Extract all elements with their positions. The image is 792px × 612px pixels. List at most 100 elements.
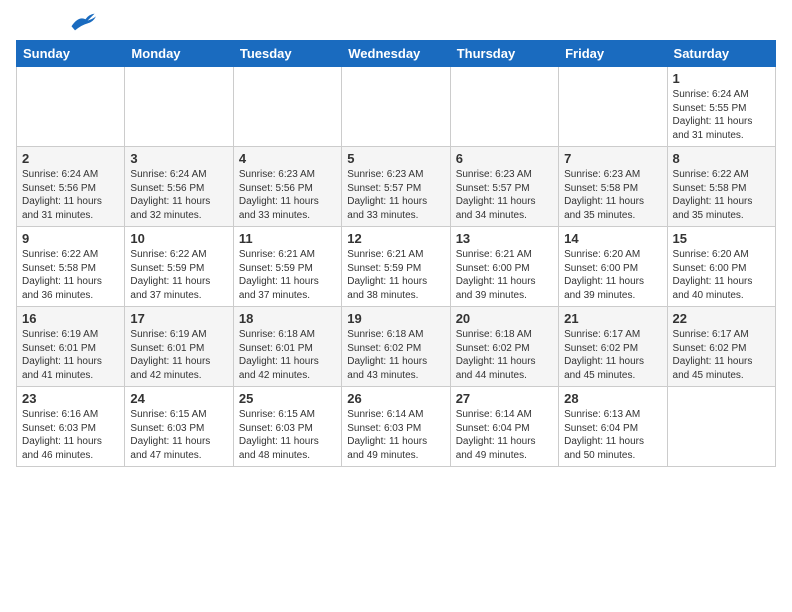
day-info: Sunrise: 6:18 AM Sunset: 6:01 PM Dayligh… (239, 328, 336, 382)
day-number: 2 (22, 151, 119, 166)
calendar-cell: 19 Sunrise: 6:18 AM Sunset: 6:02 PM Dayli… (342, 307, 450, 387)
day-number: 11 (239, 231, 336, 246)
calendar-cell: 2 Sunrise: 6:24 AM Sunset: 5:56 PM Daylig… (17, 147, 125, 227)
calendar-cell: 22 Sunrise: 6:17 AM Sunset: 6:02 PM Dayli… (667, 307, 775, 387)
calendar-cell: 24 Sunrise: 6:15 AM Sunset: 6:03 PM Dayli… (125, 387, 233, 467)
calendar-cell: 7Sunrise: 6:23 AM Sunset: 5:58 PM Daylig… (559, 147, 667, 227)
day-info: Sunrise: 6:15 AM Sunset: 6:03 PM Dayligh… (239, 408, 336, 462)
calendar-header-row: SundayMondayTuesdayWednesdayThursdayFrid… (17, 41, 776, 67)
calendar-cell: 21 Sunrise: 6:17 AM Sunset: 6:02 PM Dayli… (559, 307, 667, 387)
day-info: Sunrise: 6:24 AM Sunset: 5:55 PM Dayligh… (673, 88, 770, 142)
calendar-cell: 6 Sunrise: 6:23 AM Sunset: 5:57 PM Daylig… (450, 147, 558, 227)
day-info: Sunrise: 6:20 AM Sunset: 6:00 PM Dayligh… (673, 248, 770, 302)
day-number: 22 (673, 311, 770, 326)
day-number: 20 (456, 311, 553, 326)
weekday-header-saturday: Saturday (667, 41, 775, 67)
day-info: Sunrise: 6:13 AM Sunset: 6:04 PM Dayligh… (564, 408, 661, 462)
day-info: Sunrise: 6:21 AM Sunset: 6:00 PM Dayligh… (456, 248, 553, 302)
calendar-week-4: 16 Sunrise: 6:19 AM Sunset: 6:01 PM Dayli… (17, 307, 776, 387)
day-number: 3 (130, 151, 227, 166)
calendar-cell: 28 Sunrise: 6:13 AM Sunset: 6:04 PM Dayli… (559, 387, 667, 467)
weekday-header-thursday: Thursday (450, 41, 558, 67)
day-number: 7 (564, 151, 661, 166)
day-info: Sunrise: 6:17 AM Sunset: 6:02 PM Dayligh… (564, 328, 661, 382)
day-number: 6 (456, 151, 553, 166)
day-info: Sunrise: 6:19 AM Sunset: 6:01 PM Dayligh… (130, 328, 227, 382)
weekday-header-wednesday: Wednesday (342, 41, 450, 67)
day-info: Sunrise: 6:22 AM Sunset: 5:58 PM Dayligh… (22, 248, 119, 302)
day-info: Sunrise: 6:21 AM Sunset: 5:59 PM Dayligh… (239, 248, 336, 302)
day-info: Sunrise: 6:16 AM Sunset: 6:03 PM Dayligh… (22, 408, 119, 462)
day-number: 1 (673, 71, 770, 86)
calendar-cell: 20 Sunrise: 6:18 AM Sunset: 6:02 PM Dayli… (450, 307, 558, 387)
day-number: 21 (564, 311, 661, 326)
weekday-header-tuesday: Tuesday (233, 41, 341, 67)
day-info: Sunrise: 6:22 AM Sunset: 5:58 PM Dayligh… (673, 168, 770, 222)
calendar-cell: 14 Sunrise: 6:20 AM Sunset: 6:00 PM Dayli… (559, 227, 667, 307)
calendar-cell: 25 Sunrise: 6:15 AM Sunset: 6:03 PM Dayli… (233, 387, 341, 467)
calendar-cell: 9 Sunrise: 6:22 AM Sunset: 5:58 PM Daylig… (17, 227, 125, 307)
calendar-table: SundayMondayTuesdayWednesdayThursdayFrid… (16, 40, 776, 467)
calendar-cell (125, 67, 233, 147)
calendar-cell: 27Sunrise: 6:14 AM Sunset: 6:04 PM Dayli… (450, 387, 558, 467)
day-number: 18 (239, 311, 336, 326)
weekday-header-sunday: Sunday (17, 41, 125, 67)
day-number: 27 (456, 391, 553, 406)
day-number: 4 (239, 151, 336, 166)
weekday-header-monday: Monday (125, 41, 233, 67)
day-number: 12 (347, 231, 444, 246)
calendar-cell (559, 67, 667, 147)
calendar-week-1: 1 Sunrise: 6:24 AM Sunset: 5:55 PM Daylig… (17, 67, 776, 147)
calendar-cell (450, 67, 558, 147)
day-info: Sunrise: 6:14 AM Sunset: 6:03 PM Dayligh… (347, 408, 444, 462)
day-number: 24 (130, 391, 227, 406)
calendar-cell: 4 Sunrise: 6:23 AM Sunset: 5:56 PM Daylig… (233, 147, 341, 227)
calendar-cell: 12 Sunrise: 6:21 AM Sunset: 5:59 PM Dayli… (342, 227, 450, 307)
day-number: 16 (22, 311, 119, 326)
day-info: Sunrise: 6:17 AM Sunset: 6:02 PM Dayligh… (673, 328, 770, 382)
calendar-cell: 10 Sunrise: 6:22 AM Sunset: 5:59 PM Dayli… (125, 227, 233, 307)
day-number: 15 (673, 231, 770, 246)
day-number: 25 (239, 391, 336, 406)
day-number: 26 (347, 391, 444, 406)
logo-bird-icon (68, 12, 96, 32)
day-number: 14 (564, 231, 661, 246)
day-info: Sunrise: 6:18 AM Sunset: 6:02 PM Dayligh… (456, 328, 553, 382)
calendar-cell (233, 67, 341, 147)
calendar-cell (667, 387, 775, 467)
calendar-cell: 17 Sunrise: 6:19 AM Sunset: 6:01 PM Dayli… (125, 307, 233, 387)
day-info: Sunrise: 6:24 AM Sunset: 5:56 PM Dayligh… (22, 168, 119, 222)
calendar-cell: 13Sunrise: 6:21 AM Sunset: 6:00 PM Dayli… (450, 227, 558, 307)
calendar-cell: 16 Sunrise: 6:19 AM Sunset: 6:01 PM Dayli… (17, 307, 125, 387)
calendar-week-5: 23 Sunrise: 6:16 AM Sunset: 6:03 PM Dayli… (17, 387, 776, 467)
weekday-header-friday: Friday (559, 41, 667, 67)
calendar-cell: 5Sunrise: 6:23 AM Sunset: 5:57 PM Daylig… (342, 147, 450, 227)
day-info: Sunrise: 6:23 AM Sunset: 5:57 PM Dayligh… (456, 168, 553, 222)
day-info: Sunrise: 6:19 AM Sunset: 6:01 PM Dayligh… (22, 328, 119, 382)
day-info: Sunrise: 6:23 AM Sunset: 5:56 PM Dayligh… (239, 168, 336, 222)
day-number: 23 (22, 391, 119, 406)
logo (16, 16, 96, 32)
calendar-week-3: 9 Sunrise: 6:22 AM Sunset: 5:58 PM Daylig… (17, 227, 776, 307)
day-number: 17 (130, 311, 227, 326)
day-info: Sunrise: 6:22 AM Sunset: 5:59 PM Dayligh… (130, 248, 227, 302)
calendar-cell: 18 Sunrise: 6:18 AM Sunset: 6:01 PM Dayli… (233, 307, 341, 387)
day-number: 9 (22, 231, 119, 246)
calendar-cell: 11 Sunrise: 6:21 AM Sunset: 5:59 PM Dayli… (233, 227, 341, 307)
calendar-cell: 8 Sunrise: 6:22 AM Sunset: 5:58 PM Daylig… (667, 147, 775, 227)
day-number: 8 (673, 151, 770, 166)
day-number: 19 (347, 311, 444, 326)
calendar-cell: 1 Sunrise: 6:24 AM Sunset: 5:55 PM Daylig… (667, 67, 775, 147)
calendar-cell: 23 Sunrise: 6:16 AM Sunset: 6:03 PM Dayli… (17, 387, 125, 467)
day-info: Sunrise: 6:20 AM Sunset: 6:00 PM Dayligh… (564, 248, 661, 302)
day-info: Sunrise: 6:23 AM Sunset: 5:57 PM Dayligh… (347, 168, 444, 222)
calendar-week-2: 2 Sunrise: 6:24 AM Sunset: 5:56 PM Daylig… (17, 147, 776, 227)
day-info: Sunrise: 6:21 AM Sunset: 5:59 PM Dayligh… (347, 248, 444, 302)
day-info: Sunrise: 6:18 AM Sunset: 6:02 PM Dayligh… (347, 328, 444, 382)
day-number: 28 (564, 391, 661, 406)
calendar-cell: 3Sunrise: 6:24 AM Sunset: 5:56 PM Daylig… (125, 147, 233, 227)
calendar-cell: 26 Sunrise: 6:14 AM Sunset: 6:03 PM Dayli… (342, 387, 450, 467)
calendar-cell (17, 67, 125, 147)
day-info: Sunrise: 6:15 AM Sunset: 6:03 PM Dayligh… (130, 408, 227, 462)
day-number: 10 (130, 231, 227, 246)
